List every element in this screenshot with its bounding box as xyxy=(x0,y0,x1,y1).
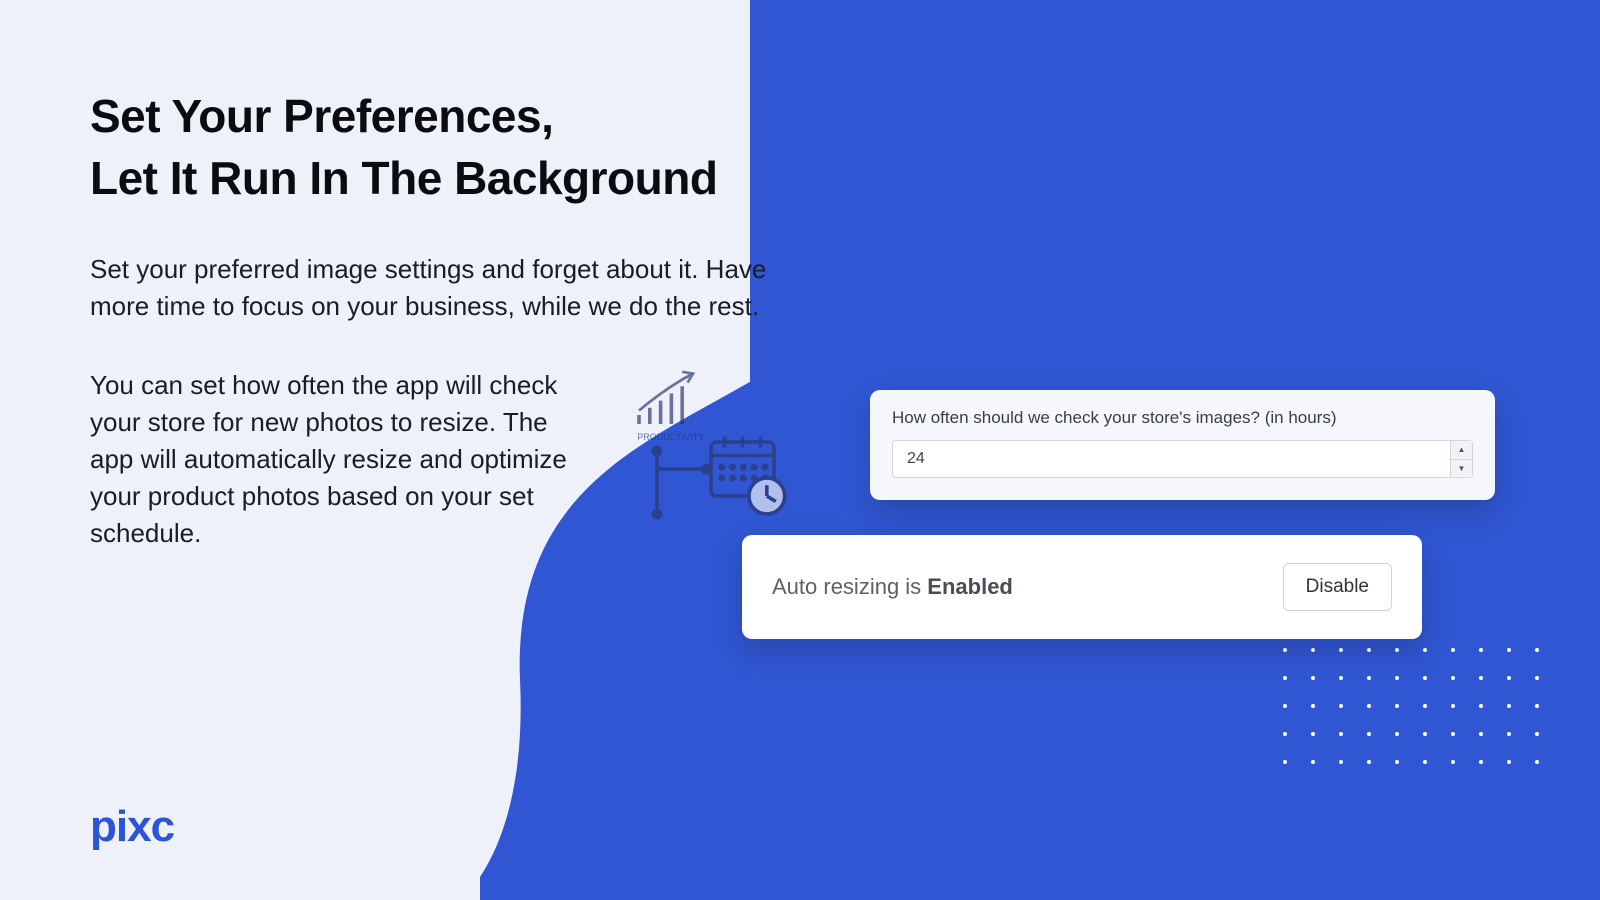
spinner-controls: ▲ ▼ xyxy=(1450,441,1472,477)
heading-line2: Let It Run In The Background xyxy=(90,152,717,204)
paragraph-2: You can set how often the app will check… xyxy=(90,367,580,552)
auto-resize-state: Enabled xyxy=(927,574,1013,599)
check-frequency-card: How often should we check your store's i… xyxy=(870,390,1495,500)
disable-button[interactable]: Disable xyxy=(1283,563,1392,611)
auto-resize-prefix: Auto resizing is xyxy=(772,574,927,599)
logo: pixc xyxy=(90,802,174,852)
spinner-down-button[interactable]: ▼ xyxy=(1451,460,1472,478)
page-heading: Set Your Preferences, Let It Run In The … xyxy=(90,85,790,209)
auto-resize-card: Auto resizing is Enabled Disable xyxy=(742,535,1422,639)
paragraph-1: Set your preferred image settings and fo… xyxy=(90,251,780,325)
check-frequency-label: How often should we check your store's i… xyxy=(892,408,1473,428)
productivity-illustration: PRODUCTIVITY xyxy=(630,370,810,550)
frequency-input[interactable] xyxy=(893,441,1450,477)
spinner-up-button[interactable]: ▲ xyxy=(1451,441,1472,460)
decorative-dots xyxy=(1283,648,1545,770)
heading-line1: Set Your Preferences, xyxy=(90,90,553,142)
svg-text:PRODUCTIVITY: PRODUCTIVITY xyxy=(637,432,704,442)
auto-resize-status: Auto resizing is Enabled xyxy=(772,574,1013,600)
frequency-input-wrap: ▲ ▼ xyxy=(892,440,1473,478)
